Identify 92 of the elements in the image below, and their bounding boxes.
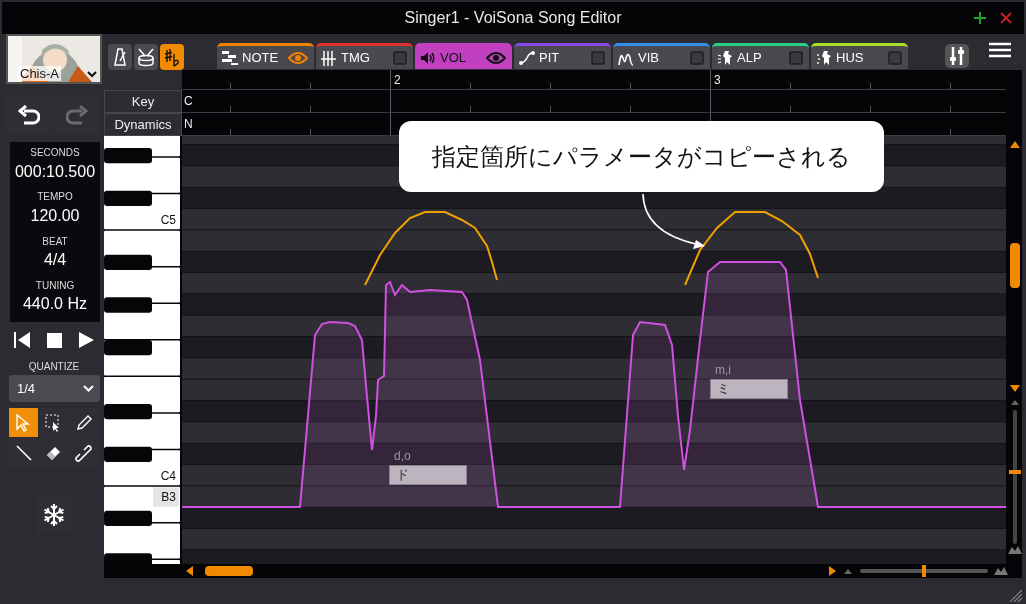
accidental-button[interactable] [160, 44, 184, 70]
callout-bubble: 指定箇所にパラメータがコピーされる [399, 121, 884, 192]
line-icon [13, 442, 34, 463]
close-icon[interactable] [1000, 12, 1012, 24]
checkbox[interactable] [789, 50, 803, 65]
scroll-left-icon[interactable] [186, 566, 193, 576]
note-icon [222, 49, 238, 66]
info-value: 440.0 Hz [22, 295, 87, 314]
sharp-flat-icon [162, 47, 182, 67]
zoom-out-icon [844, 568, 852, 574]
sliders-icon [949, 46, 965, 66]
timing-icon [321, 49, 337, 66]
checkbox[interactable] [690, 50, 704, 65]
drum-button[interactable] [134, 44, 158, 70]
quantize-label: QUANTIZE [27, 361, 81, 372]
mixer-button[interactable] [945, 44, 969, 68]
scroll-right-icon[interactable] [829, 566, 836, 576]
phoneme-label: d,o [394, 449, 411, 463]
row-value: C [184, 94, 193, 108]
parameter-tab[interactable]: NOTE [217, 43, 314, 69]
scrollbar-thumb[interactable] [205, 566, 253, 576]
key-label: C5 [160, 213, 176, 227]
play-icon[interactable] [78, 332, 94, 348]
volume-curve[interactable] [182, 261, 1006, 508]
undo-icon [18, 105, 40, 125]
chevron-down-icon [87, 71, 97, 78]
parameter-tab[interactable]: HUS [811, 43, 908, 69]
menu-icon[interactable] [989, 42, 1011, 58]
redo-icon [66, 105, 88, 125]
row-label: Dynamics [104, 113, 182, 136]
slider-thumb[interactable] [1009, 469, 1021, 474]
curve-icon [519, 49, 535, 66]
add-icon[interactable] [974, 12, 986, 24]
info-value: 000:10.500 [14, 162, 96, 182]
zoom-in-icon [994, 567, 1008, 575]
parameter-tab[interactable]: VOL [415, 43, 512, 69]
scroll-down-icon[interactable] [1010, 385, 1020, 392]
parameter-tab[interactable]: VIB [613, 43, 710, 69]
scroll-up-icon[interactable] [1010, 141, 1020, 148]
piano-keyboard-drawing[interactable] [104, 136, 180, 564]
metronome-button[interactable] [108, 44, 132, 70]
tab-label: HUS [836, 50, 864, 65]
key-label: C4 [160, 469, 176, 483]
note-block[interactable]: ミ [710, 379, 788, 399]
tab-label: ALP [737, 50, 762, 65]
tab-label: TMG [341, 50, 370, 65]
bar-number: 3 [714, 73, 721, 87]
stop-icon[interactable] [47, 332, 62, 348]
parameter-tab[interactable]: ALP [712, 43, 809, 69]
key-label: B3 [153, 487, 179, 507]
figure-icon [816, 49, 832, 66]
tab-label: NOTE [242, 50, 279, 65]
callout-arrow [642, 193, 705, 249]
bar-number: 2 [394, 73, 401, 87]
singer-name: Chis-A [18, 66, 61, 81]
envelope-curve[interactable] [684, 211, 819, 286]
dropdown-value: 1/4 [17, 381, 36, 396]
chevron-down-icon [83, 385, 94, 392]
tab-label: VOL [440, 50, 466, 65]
singer-selector[interactable]: Chis-A [6, 34, 102, 84]
phoneme-label: m,i [715, 363, 731, 377]
note-block[interactable]: ド [389, 465, 467, 485]
eye-icon[interactable] [486, 50, 506, 65]
info-label: TEMPO [37, 191, 73, 203]
parameter-tab[interactable]: TMG [316, 43, 413, 69]
eye-icon[interactable] [288, 50, 308, 65]
row-label: Key [104, 90, 182, 113]
snowflake-icon [42, 503, 66, 527]
tab-label: PIT [539, 50, 560, 65]
scrollbar-thumb[interactable] [1010, 243, 1020, 288]
checkbox[interactable] [591, 50, 605, 65]
zoom-in-icon [1008, 546, 1022, 554]
row-value: N [184, 117, 193, 131]
checkbox[interactable] [393, 50, 407, 65]
quantize-dropdown[interactable]: 1/4 [9, 375, 100, 402]
tab-label: VIB [638, 50, 659, 65]
checkbox[interactable] [888, 50, 902, 65]
figure-icon [717, 49, 733, 66]
drum-icon [136, 47, 156, 67]
zoom-out-icon [1011, 400, 1019, 405]
parameter-tab[interactable]: PIT [514, 43, 611, 69]
resize-grip-icon[interactable] [1008, 588, 1022, 602]
info-value: 120.00 [30, 206, 80, 226]
info-label: TUNING [35, 279, 75, 292]
info-label: SECONDS [30, 147, 80, 159]
info-value: 4/4 [43, 251, 67, 270]
skip-back-icon[interactable] [14, 332, 31, 348]
slider-thumb[interactable] [922, 565, 926, 577]
link-icon [73, 442, 94, 463]
info-label: BEAT [42, 235, 68, 248]
window-title: Singer1 - VoiSona Song Editor [404, 9, 622, 27]
envelope-curve[interactable] [364, 211, 498, 286]
